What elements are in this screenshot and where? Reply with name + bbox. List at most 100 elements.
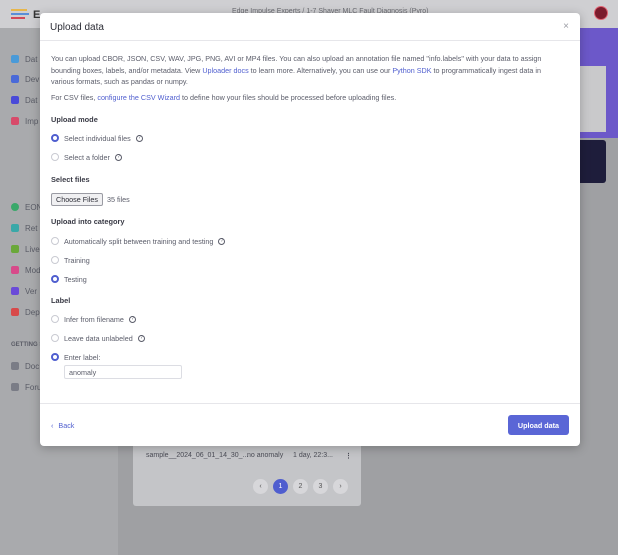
sidebar-item-label: Foru — [25, 382, 42, 392]
back-button[interactable]: ‹ Back — [51, 421, 74, 430]
help-icon[interactable]: ? — [128, 315, 136, 323]
radio-icon[interactable] — [51, 315, 59, 323]
radio-label: Automatically split between training and… — [64, 236, 214, 246]
sidebar-item-label: Ver — [25, 286, 38, 296]
pagination-page-1[interactable]: 1 — [273, 479, 288, 494]
modal-title: Upload data — [50, 22, 104, 33]
sidebar-item-live[interactable]: Live — [11, 242, 40, 256]
pagination-page-2[interactable]: 2 — [293, 479, 308, 494]
csv-text-part: to define how your files should be proce… — [180, 93, 397, 102]
documentation-icon — [11, 362, 19, 370]
radio-label: Infer from filename — [64, 314, 124, 324]
uploader-docs-link[interactable]: Uploader docs — [202, 66, 248, 75]
radio-label: Testing — [64, 274, 87, 284]
sidebar-item-label: Dat — [25, 54, 38, 64]
upload-data-button[interactable]: Upload data — [508, 415, 569, 435]
sidebar-item-retrain[interactable]: Ret — [11, 221, 37, 235]
forum-icon — [11, 383, 19, 391]
radio-auto-split[interactable]: Automatically split between training and… — [51, 236, 226, 246]
pagination-next-icon[interactable]: › — [333, 479, 348, 494]
radio-testing[interactable]: Testing — [51, 274, 87, 284]
modal-header: Upload data × — [40, 13, 580, 41]
edge-impulse-logo-icon — [11, 9, 29, 21]
radio-label: Training — [64, 255, 90, 265]
sidebar-item-label: Dev — [25, 74, 40, 84]
radio-icon[interactable] — [51, 134, 59, 142]
sidebar-item-impulse[interactable]: Imp — [11, 114, 38, 128]
chevron-left-icon: ‹ — [51, 421, 54, 430]
sidebar-item-label: Dat — [25, 95, 38, 105]
sidebar-item-label: Imp — [25, 116, 39, 126]
user-avatar[interactable] — [594, 6, 608, 20]
sidebar-item-label: Ret — [25, 223, 38, 233]
radio-training[interactable]: Training — [51, 255, 90, 265]
pagination-prev-icon[interactable]: ‹ — [253, 479, 268, 494]
help-icon[interactable]: ? — [114, 153, 122, 161]
dashboard-icon — [11, 55, 19, 63]
choose-files-button[interactable]: Choose Files — [51, 192, 103, 206]
sidebar-item-label: Live — [25, 244, 40, 254]
sidebar-item-versioning[interactable]: Ver — [11, 284, 37, 298]
retrain-icon — [11, 224, 19, 232]
row-menu-icon[interactable]: ⋮ — [345, 452, 352, 460]
sidebar-item-devices[interactable]: Dev — [11, 72, 39, 86]
radio-leave-unlabeled[interactable]: Leave data unlabeled? — [51, 333, 145, 343]
help-icon[interactable]: ? — [135, 134, 143, 142]
eon-icon — [11, 203, 19, 211]
radio-icon[interactable] — [51, 237, 59, 245]
radio-icon[interactable] — [51, 353, 59, 361]
sidebar-item-data-acquisition[interactable]: Dat — [11, 93, 37, 107]
intro-text: You can upload CBOR, JSON, CSV, WAV, JPG… — [51, 53, 566, 88]
radio-icon[interactable] — [51, 153, 59, 161]
close-icon[interactable]: × — [563, 21, 569, 32]
radio-label: Select individual files — [64, 133, 131, 143]
radio-select-individual-files[interactable]: Select individual files? — [51, 133, 143, 143]
csv-wizard-link[interactable]: configure the CSV Wizard — [97, 93, 180, 102]
radio-icon[interactable] — [51, 256, 59, 264]
sidebar-item-documentation[interactable]: Doc — [11, 359, 39, 373]
radio-select-folder[interactable]: Select a folder? — [51, 152, 122, 162]
radio-icon[interactable] — [51, 334, 59, 342]
intro-text-part: to learn more. Alternatively, you can us… — [248, 65, 393, 75]
table-cell-date: 1 day, 22:3... — [293, 452, 333, 459]
python-sdk-link[interactable]: Python SDK — [392, 66, 431, 75]
table-cell-name[interactable]: sample__2024_06_01_14_30_... — [146, 452, 248, 459]
sidebar-item-eon[interactable]: EON — [11, 200, 42, 214]
upload-category-heading: Upload into category — [51, 217, 125, 226]
pagination-page-3[interactable]: 3 — [313, 479, 328, 494]
radio-infer-from-filename[interactable]: Infer from filename? — [51, 314, 136, 324]
label-input[interactable] — [64, 365, 182, 379]
database-icon — [11, 96, 19, 104]
sidebar-item-label: Dep — [25, 307, 40, 317]
footer-divider — [40, 403, 580, 404]
sidebar-item-label: Doc — [25, 361, 40, 371]
upload-mode-heading: Upload mode — [51, 115, 98, 124]
sidebar-item-forum[interactable]: Foru — [11, 380, 41, 394]
csv-text-part: For CSV files, — [51, 93, 98, 102]
upload-data-modal: Upload data × You can upload CBOR, JSON,… — [40, 13, 580, 446]
label-heading: Label — [51, 296, 71, 305]
sidebar-section-getting-started: GETTING S — [11, 342, 44, 348]
files-count: 35 files — [106, 194, 130, 204]
sidebar-item-model-testing[interactable]: Mod — [11, 263, 41, 277]
versioning-icon — [11, 287, 19, 295]
radio-label: Enter label: — [64, 352, 101, 362]
csv-text: For CSV files, configure the CSV Wizard … — [51, 93, 396, 102]
sidebar-item-dashboard[interactable]: Dat — [11, 52, 37, 66]
table-cell-label: no anomaly — [247, 452, 284, 459]
help-icon[interactable]: ? — [137, 334, 145, 342]
back-label: Back — [58, 421, 75, 430]
select-files-heading: Select files — [51, 175, 90, 184]
help-icon[interactable]: ? — [218, 237, 226, 245]
pulse-icon — [11, 117, 19, 125]
live-icon — [11, 245, 19, 253]
radio-icon[interactable] — [51, 275, 59, 283]
sidebar-item-deployment[interactable]: Dep — [11, 305, 40, 319]
sidebar-item-label: Mod — [25, 265, 41, 275]
deployment-icon — [11, 308, 19, 316]
radio-enter-label[interactable]: Enter label: — [51, 352, 100, 362]
radio-label: Select a folder — [64, 152, 110, 162]
radio-label: Leave data unlabeled — [64, 333, 133, 343]
devices-icon — [11, 75, 19, 83]
model-testing-icon — [11, 266, 19, 274]
